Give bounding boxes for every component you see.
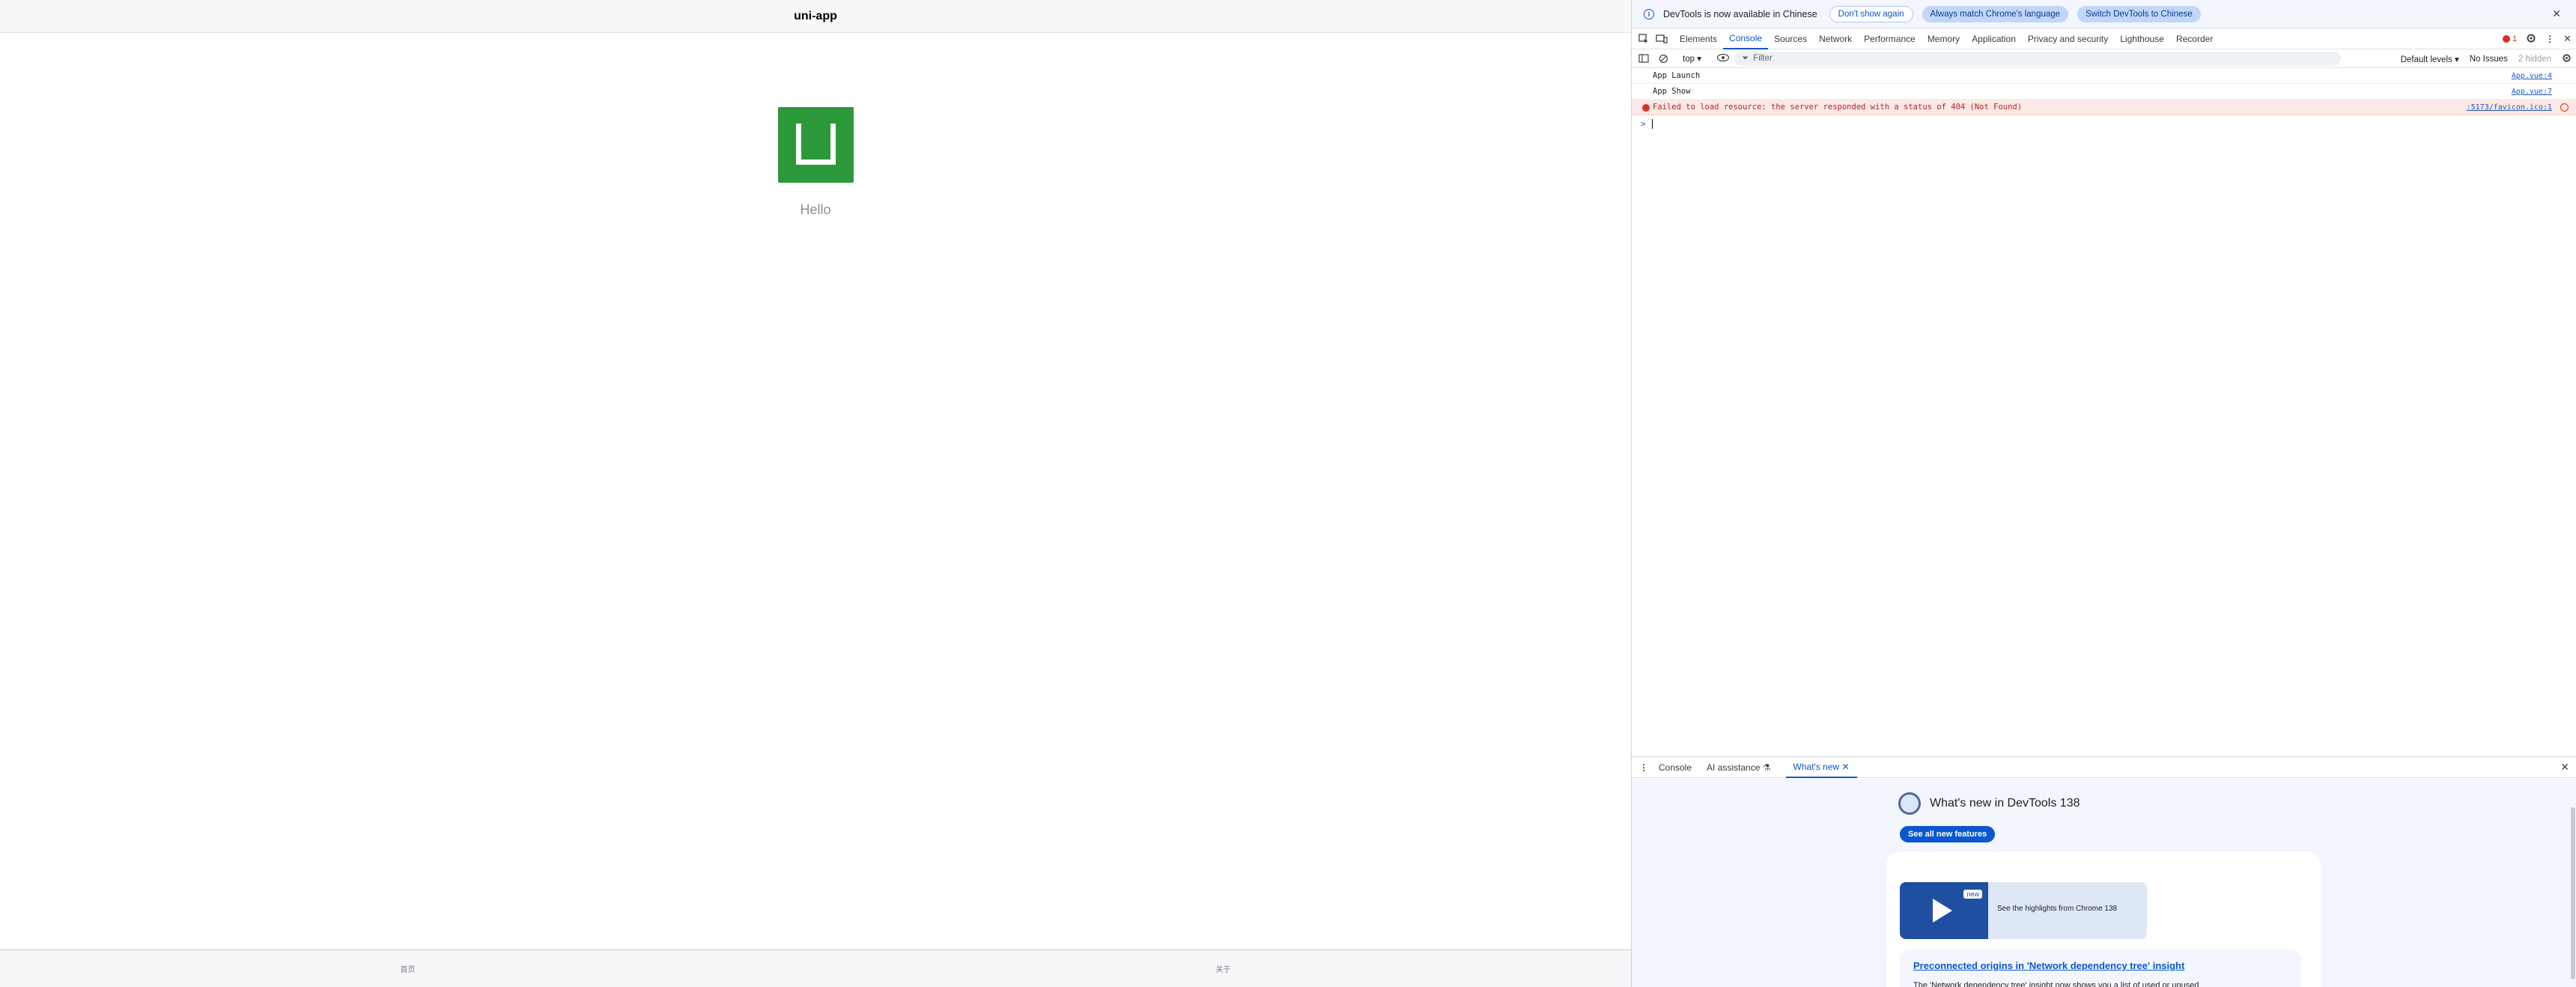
video-caption: See the highlights from Chrome 138 bbox=[1997, 905, 2118, 913]
error-counter[interactable]: 1 bbox=[2502, 34, 2518, 43]
whats-new-title: What's new in DevTools 138 bbox=[1930, 797, 2080, 810]
console-source-link[interactable]: :5173/favicon.ico:1 bbox=[2467, 103, 2552, 112]
tab-sources[interactable]: Sources bbox=[1768, 28, 1813, 49]
hidden-count: 2 hidden bbox=[2518, 54, 2551, 64]
video-thumbnail: new bbox=[1900, 882, 1988, 939]
close-tab-icon[interactable]: ✕ bbox=[1842, 762, 1850, 772]
tabbar-item-home[interactable]: 首页 bbox=[0, 950, 815, 987]
scrollbar[interactable] bbox=[2571, 807, 2575, 980]
tab-console[interactable]: Console bbox=[1723, 28, 1769, 49]
console-message-text: App Show bbox=[1653, 87, 1691, 96]
device-toolbar-icon[interactable] bbox=[1656, 33, 1668, 45]
greeting-text: Hello bbox=[800, 202, 831, 217]
console-error-row: Failed to load resource: the server resp… bbox=[1632, 100, 2576, 115]
tabbar-item-about[interactable]: 关于 bbox=[815, 950, 1631, 987]
see-all-features-button[interactable]: See all new features bbox=[1900, 826, 1996, 842]
console-prompt[interactable]: > bbox=[1632, 115, 2576, 132]
play-icon bbox=[1933, 899, 1952, 923]
drawer-tab-whats-new-label: What's new bbox=[1793, 761, 1840, 772]
tab-memory[interactable]: Memory bbox=[1922, 28, 1966, 49]
dont-show-again-button[interactable]: Don't show again bbox=[1829, 5, 1913, 22]
console-messages: App Launch App.vue:4 App Show App.vue:7 … bbox=[1632, 68, 2576, 132]
console-source-link[interactable]: App.vue:7 bbox=[2512, 88, 2552, 96]
whats-new-panel: What's new in DevTools 138 See all new f… bbox=[1632, 779, 2576, 987]
whats-new-header: What's new in DevTools 138 bbox=[1898, 792, 2080, 815]
sidebar-toggle-icon[interactable] bbox=[1638, 52, 1650, 64]
tab-network[interactable]: Network bbox=[1813, 28, 1858, 49]
feature-card: Preconnected origins in 'Network depende… bbox=[1900, 950, 2301, 987]
ai-explain-icon[interactable] bbox=[2560, 103, 2569, 112]
filter-funnel-icon: ⏷ bbox=[1741, 53, 1749, 63]
infobar-message: DevTools is now available in Chinese bbox=[1663, 8, 1817, 19]
close-devtools-icon[interactable]: ✕ bbox=[2563, 33, 2572, 45]
devtools-tabbar: Elements Console Sources Network Perform… bbox=[1632, 28, 2576, 49]
drawer-tab-console[interactable]: Console bbox=[1651, 757, 1699, 778]
tab-recorder[interactable]: Recorder bbox=[2170, 28, 2219, 49]
drawer-tabbar: ⋮ Console AI assistance ⚗ What's new ✕ ✕ bbox=[1632, 757, 2576, 778]
clear-console-icon[interactable] bbox=[1657, 52, 1669, 64]
console-row: App Show App.vue:7 bbox=[1632, 84, 2576, 100]
live-expression-eye-icon[interactable] bbox=[1716, 53, 1730, 64]
drawer-tab-whats-new[interactable]: What's new ✕ bbox=[1785, 757, 1857, 778]
flask-icon: ⚗ bbox=[1762, 762, 1771, 773]
app-viewport: uni-app Hello 首页 关于 bbox=[0, 0, 1631, 987]
uni-app-logo bbox=[778, 107, 854, 183]
log-levels-value: Default levels bbox=[2400, 55, 2452, 64]
more-options-icon[interactable]: ⋮ bbox=[2545, 34, 2554, 44]
console-source-link[interactable]: App.vue:4 bbox=[2512, 72, 2552, 80]
switch-language-button[interactable]: Switch DevTools to Chinese bbox=[2077, 5, 2201, 22]
error-icon bbox=[2502, 35, 2510, 43]
feature-description: The 'Network dependency tree' insight no… bbox=[1913, 981, 2199, 987]
info-icon: i bbox=[1644, 8, 1654, 19]
feature-link[interactable]: Preconnected origins in 'Network depende… bbox=[1913, 960, 2184, 971]
context-selector-value: top bbox=[1683, 55, 1695, 64]
error-icon bbox=[1642, 104, 1650, 112]
log-levels-dropdown[interactable]: Default levels ▾ bbox=[2401, 54, 2459, 64]
screen: uni-app Hello 首页 关于 i DevTools is now av… bbox=[0, 0, 2576, 987]
app-navbar: uni-app bbox=[0, 0, 1631, 33]
app-title: uni-app bbox=[794, 9, 837, 22]
tab-performance[interactable]: Performance bbox=[1858, 28, 1922, 49]
tab-lighthouse[interactable]: Lighthouse bbox=[2114, 28, 2170, 49]
error-count: 1 bbox=[2512, 34, 2518, 43]
match-language-button[interactable]: Always match Chrome's language bbox=[1922, 5, 2069, 22]
devtools-panel: i DevTools is now available in Chinese D… bbox=[1631, 0, 2576, 987]
language-infobar: i DevTools is now available in Chinese D… bbox=[1632, 0, 2576, 28]
devtools-drawer: ⋮ Console AI assistance ⚗ What's new ✕ ✕… bbox=[1632, 756, 2576, 987]
tab-privacy-security[interactable]: Privacy and security bbox=[2022, 28, 2114, 49]
app-tabbar: 首页 关于 bbox=[0, 950, 1631, 987]
prompt-chevron-icon: > bbox=[1641, 118, 1646, 129]
drawer-menu-icon[interactable]: ⋮ bbox=[1639, 762, 1648, 773]
tab-application[interactable]: Application bbox=[1966, 28, 2022, 49]
console-filter-placeholder: Filter bbox=[1753, 54, 1772, 63]
highlights-video[interactable]: new See the highlights from Chrome 138 bbox=[1900, 882, 2147, 939]
chrome-logo-icon bbox=[1898, 792, 1921, 815]
console-error-text: Failed to load resource: the server resp… bbox=[1653, 103, 2023, 112]
console-row: App Launch App.vue:4 bbox=[1632, 68, 2576, 84]
issues-indicator[interactable]: No Issues bbox=[2470, 55, 2508, 64]
console-message-text: App Launch bbox=[1653, 71, 1701, 80]
close-drawer-icon[interactable]: ✕ bbox=[2560, 761, 2569, 774]
inspect-element-icon[interactable] bbox=[1638, 33, 1650, 45]
console-settings-gear-icon[interactable] bbox=[2562, 53, 2572, 65]
console-toolbar: top ▾ ⏷ Filter Default levels ▾ No Issue… bbox=[1632, 49, 2576, 68]
new-badge: new bbox=[1963, 890, 1982, 899]
drawer-tab-ai-assistance-label: AI assistance bbox=[1707, 762, 1761, 773]
tab-elements[interactable]: Elements bbox=[1674, 28, 1723, 49]
close-icon[interactable]: ✕ bbox=[2552, 7, 2561, 20]
text-caret bbox=[1651, 118, 1653, 129]
settings-gear-icon[interactable] bbox=[2526, 33, 2536, 46]
context-selector[interactable]: top ▾ bbox=[1683, 53, 1701, 64]
console-filter-input[interactable]: ⏷ Filter bbox=[1734, 51, 2341, 66]
drawer-tab-ai-assistance[interactable]: AI assistance ⚗ bbox=[1699, 757, 1778, 778]
